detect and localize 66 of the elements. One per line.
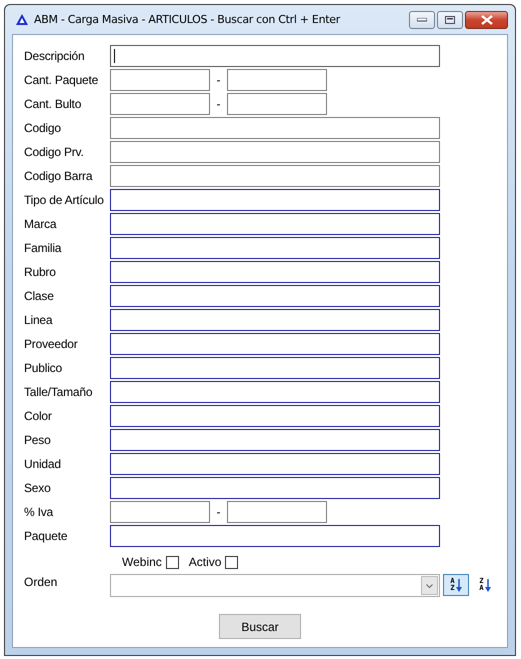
lookup-field[interactable] [110,285,440,307]
range-separator: - [216,73,222,87]
dropdown-arrow-button[interactable] [421,576,438,595]
minimize-icon [417,18,427,22]
field-label: Color [24,409,53,423]
field-label: Tipo de Artículo [24,193,105,207]
search-button[interactable]: Buscar [219,614,301,639]
range-to-field[interactable] [227,93,327,115]
checkbox[interactable] [225,556,238,568]
checkbox-label: Webinc [122,555,162,569]
input-field[interactable] [110,141,440,163]
maximize-icon [445,16,455,24]
field-label: Orden [24,574,58,589]
input-field[interactable] [110,45,440,67]
lookup-field[interactable] [110,261,440,283]
field-label: Proveedor [24,337,79,351]
arrow-down-icon [484,578,491,592]
field-label: Rubro [24,265,57,279]
field-label: Clase [24,289,55,303]
lookup-field[interactable] [110,213,440,235]
field-label: % Iva [24,505,54,519]
lookup-field[interactable] [110,405,440,427]
chevron-down-icon [426,584,433,588]
field-label: Codigo Barra [24,169,94,183]
lookup-field[interactable] [110,429,440,451]
range-from-field[interactable] [110,69,210,91]
lookup-field[interactable] [110,333,440,355]
lookup-field[interactable] [110,237,440,259]
input-field[interactable] [110,165,440,187]
field-label: Descripción [24,49,86,63]
range-separator: - [216,505,222,519]
field-label: Linea [24,313,54,327]
field-label: Marca [24,217,58,231]
field-label: Talle/Tamaño [24,385,94,399]
range-from-field[interactable] [110,93,210,115]
lookup-field[interactable] [110,357,440,379]
field-label: Familia [24,241,62,255]
arrow-down-icon [456,578,462,592]
window-title: ABM - Carga Masiva - ARTICULOS - Buscar con Ctrl + Enter [34,13,342,26]
field-label: Codigo Prv. [24,145,85,159]
lookup-field[interactable] [110,381,440,403]
lookup-field[interactable] [110,309,440,331]
checkbox[interactable] [166,556,179,568]
checkbox-label: Activo [188,555,222,569]
field-label: Paquete [24,529,68,543]
range-to-field[interactable] [227,501,327,523]
lookup-field[interactable] [110,453,440,475]
maximize-button[interactable] [437,10,463,28]
field-label: Unidad [24,457,62,471]
range-separator: - [216,97,222,111]
field-label: Cant. Paquete [24,73,100,87]
field-label: Publico [24,361,63,375]
triangle-icon [16,14,28,25]
field-label: Peso [24,433,52,447]
lookup-field[interactable] [110,189,440,211]
range-from-field[interactable] [110,501,210,523]
lookup-field[interactable] [110,477,440,499]
range-to-field[interactable] [227,69,327,91]
input-field[interactable] [110,117,440,139]
field-label: Cant. Bulto [24,97,82,111]
minimize-button[interactable] [409,10,435,28]
close-icon [480,14,492,24]
field-label: Sexo [24,481,52,495]
close-button[interactable] [465,10,508,28]
field-label: Codigo [24,121,62,135]
lookup-field[interactable] [110,525,440,547]
